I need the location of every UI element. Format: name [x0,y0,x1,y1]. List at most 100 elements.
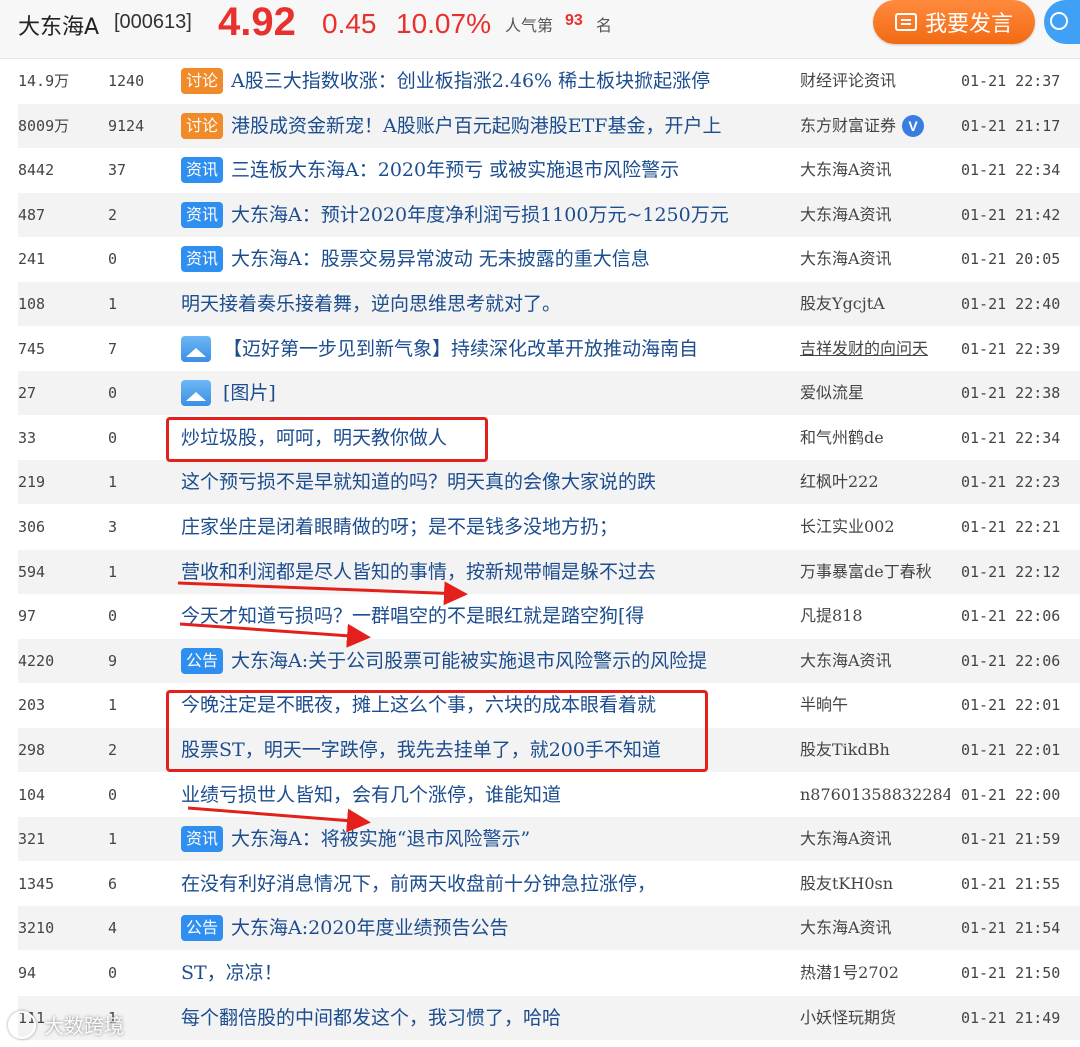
list-item[interactable]: 8442 37 资讯 三连板大东海A：2020年预亏 或被实施退市风险警示 大东海A资讯… [18,148,1080,192]
post-author[interactable]: 大东海A资讯 [800,148,950,192]
list-item[interactable]: 487 2 资讯 大东海A：预计2020年度净利润亏损1100万元~1250万元 大东海… [18,192,1080,237]
post-title-link[interactable]: 【迈好第一步见到新气象】持续深化改革开放推动海南自 [223,327,698,371]
post-title-link[interactable]: 炒垃圾股，呵呵，明天教你做人 [181,416,447,460]
list-item[interactable]: 306 3 庄家坐庄是闭着眼睛做的呀；是不是钱多没地方扔； 长江实业002 01-21 … [18,505,1080,549]
post-author[interactable]: 长江实业002 [800,505,950,549]
post-button[interactable]: 我要发言 [873,0,1035,44]
post-author[interactable]: 半晌午 [800,683,950,727]
post-author-name[interactable]: 半晌午 [800,695,848,714]
post-tag-news[interactable]: 资讯 [181,201,224,228]
list-item[interactable]: 97 0 今天才知道亏损吗？一群唱空的不是眼红就是踏空狗[得 凡提818 01-21 2… [18,594,1080,638]
list-item[interactable]: 33 0 炒垃圾股，呵呵，明天教你做人 和气州鹤de 01-21 22:34 [18,416,1080,460]
post-tag-notice[interactable]: 公告 [181,647,224,674]
post-author-name[interactable]: 大东海A资讯 [800,651,892,670]
post-title-link[interactable]: 庄家坐庄是闭着眼睛做的呀；是不是钱多没地方扔； [181,505,618,549]
post-title-link[interactable]: 在没有利好消息情况下，前两天收盘前十分钟急拉涨停， [181,862,656,906]
post-tag-news[interactable]: 资讯 [181,157,224,184]
post-author-name[interactable]: 大东海A资讯 [800,205,892,224]
list-item[interactable]: 745 7 【迈好第一步见到新气象】持续深化改革开放推动海南自 吉祥发财的向问天 01-… [18,327,1080,371]
post-title-link[interactable]: 营收和利润都是尽人皆知的事情，按新规带帽是躲不过去 [181,550,656,594]
list-item[interactable]: 4220 9 公告 大东海A:关于公司股票可能被实施退市风险警示的风险提 大东海A资讯 0… [18,638,1080,683]
post-author-name[interactable]: 凡提818 [800,606,863,625]
post-title-link[interactable]: 大东海A：预计2020年度净利润亏损1100万元~1250万元 [231,193,729,237]
post-author[interactable]: 大东海A资讯 [800,817,950,861]
post-author-name[interactable]: 大东海A资讯 [800,249,892,268]
post-author-name[interactable]: 大东海A资讯 [800,160,892,179]
post-title-link[interactable]: 今晚注定是不眠夜，摊上这么个事，六块的成本眼看着就 [181,683,656,727]
secondary-button[interactable] [1044,0,1080,44]
post-author[interactable]: 小妖怪玩期货 [800,996,950,1040]
post-title-link[interactable]: A股三大指数收涨：创业板指涨2.46% 稀土板块掀起涨停 [231,59,710,103]
post-author-name[interactable]: 财经评论资讯 [800,71,896,90]
post-author-name[interactable]: 大东海A资讯 [800,829,892,848]
post-title-link[interactable]: 三连板大东海A：2020年预亏 或被实施退市风险警示 [231,148,679,192]
post-author[interactable]: 爱似流星 [800,371,950,415]
list-item[interactable]: 321 1 资讯 大东海A：将被实施“退市风险警示” 大东海A资讯 01-21 21:59 [18,817,1080,862]
post-title-link[interactable]: 明天接着奏乐接着舞，逆向思维思考就对了。 [181,282,561,326]
post-title-link[interactable]: 大东海A:关于公司股票可能被实施退市风险警示的风险提 [231,639,707,683]
post-author[interactable]: 财经评论资讯 [800,59,950,103]
post-tag-discuss[interactable]: 讨论 [181,112,224,139]
post-tag-news[interactable]: 资讯 [181,826,224,853]
post-author[interactable]: n876013588322844 [800,773,950,817]
post-author-name[interactable]: n876013588322844 [800,785,950,804]
list-item[interactable]: 111 1 每个翻倍股的中间都发这个，我习惯了，哈哈 小妖怪玩期货 01-21 21:4… [18,995,1080,1040]
post-author[interactable]: 大东海A资讯 [800,193,950,237]
post-title-link[interactable]: 大东海A：股票交易异常波动 无未披露的重大信息 [231,237,650,281]
post-title-link[interactable]: 今天才知道亏损吗？一群唱空的不是眼红就是踏空狗[得 [181,594,644,638]
post-author[interactable]: 大东海A资讯 [800,906,950,950]
post-author-name[interactable]: 万事暴富de丁春秋 [800,562,932,581]
post-author-name[interactable]: 和气州鹤de [800,428,884,447]
post-title-link[interactable]: 大东海A：将被实施“退市风险警示” [231,817,530,861]
post-author-name[interactable]: 大东海A资讯 [800,918,892,937]
post-tag-news[interactable]: 资讯 [181,246,224,273]
post-author[interactable]: 东方财富证券 V [800,104,950,148]
post-tag-discuss[interactable]: 讨论 [181,68,224,94]
post-author-name[interactable]: 股友tKH0sn [800,874,893,893]
post-title-link[interactable]: [图片] [223,371,276,415]
list-item[interactable]: 8009万 9124 讨论 港股成资金新宠！A股账户百元起购港股ETF基金，开户上 东方… [18,103,1080,148]
list-item[interactable]: 594 1 营收和利润都是尽人皆知的事情，按新规带帽是躲不过去 万事暴富de丁春秋 01… [18,549,1080,594]
list-item[interactable]: 219 1 这个预亏损不是早就知道的吗？明天真的会像大家说的跌 红枫叶222 01-21… [18,460,1080,505]
post-author[interactable]: 热潜1号2702 [800,951,950,995]
post-author[interactable]: 股友YgcjtA [800,282,950,326]
post-author-name[interactable]: 股友TikdBh [800,740,890,759]
list-item[interactable]: 1345 6 在没有利好消息情况下，前两天收盘前十分钟急拉涨停， 股友tKH0sn 01… [18,862,1080,906]
list-item[interactable]: 27 0 [图片] 爱似流星 01-21 22:38 [18,371,1080,416]
post-title-link[interactable]: ST，凉凉！ [181,951,283,995]
post-title-link[interactable]: 股票ST，明天一字跌停，我先去挂单了，就200手不知道 [181,728,661,772]
post-author[interactable]: 股友tKH0sn [800,862,950,906]
list-item[interactable]: 3210 4 公告 大东海A:2020年度业绩预告公告 大东海A资讯 01-21 21:5… [18,906,1080,951]
list-item[interactable]: 298 2 股票ST，明天一字跌停，我先去挂单了，就200手不知道 股友TikdBh 0… [18,728,1080,772]
post-author[interactable]: 股友TikdBh [800,728,950,772]
post-author-name[interactable]: 长江实业002 [800,517,895,536]
post-author-name[interactable]: 东方财富证券 [800,116,896,135]
post-title-link[interactable]: 业绩亏损世人皆知，会有几个涨停，谁能知道 [181,773,561,817]
post-author[interactable]: 红枫叶222 [800,460,950,504]
post-author-name[interactable]: 热潜1号2702 [800,963,899,982]
post-author-name[interactable]: 红枫叶222 [800,472,879,491]
post-author[interactable]: 大东海A资讯 [800,639,950,683]
list-item[interactable]: 104 0 业绩亏损世人皆知，会有几个涨停，谁能知道 n876013588322844… [18,773,1080,817]
post-author[interactable]: 万事暴富de丁春秋 [800,550,950,594]
post-author-name[interactable]: 爱似流星 [800,383,864,402]
list-item[interactable]: 94 0 ST，凉凉！ 热潜1号2702 01-21 21:50 [18,951,1080,995]
stock-name[interactable]: 大东海A [18,9,99,41]
post-title-link[interactable]: 这个预亏损不是早就知道的吗？明天真的会像大家说的跌 [181,460,656,504]
post-author[interactable]: 吉祥发财的向问天 [800,327,950,371]
post-title-cell: ST，凉凉！ [181,951,793,995]
post-tag-notice[interactable]: 公告 [181,915,224,942]
post-title-link[interactable]: 每个翻倍股的中间都发这个，我习惯了，哈哈 [181,996,561,1040]
list-item[interactable]: 14.9万 1240 讨论 A股三大指数收涨：创业板指涨2.46% 稀土板块掀起涨停 财… [18,59,1080,103]
list-item[interactable]: 108 1 明天接着奏乐接着舞，逆向思维思考就对了。 股友YgcjtA 01-21 22… [18,282,1080,326]
post-author-name[interactable]: 吉祥发财的向问天 [800,339,928,358]
post-author[interactable]: 和气州鹤de [800,416,950,460]
list-item[interactable]: 203 1 今晚注定是不眠夜，摊上这么个事，六块的成本眼看着就 半晌午 01-21 22… [18,683,1080,727]
post-title-link[interactable]: 大东海A:2020年度业绩预告公告 [231,906,508,950]
post-title-link[interactable]: 港股成资金新宠！A股账户百元起购港股ETF基金，开户上 [231,104,721,148]
post-author[interactable]: 大东海A资讯 [800,237,950,281]
list-item[interactable]: 241 0 资讯 大东海A：股票交易异常波动 无未披露的重大信息 大东海A资讯 01-21… [18,237,1080,281]
post-author-name[interactable]: 股友YgcjtA [800,294,885,313]
post-author[interactable]: 凡提818 [800,594,950,638]
post-author-name[interactable]: 小妖怪玩期货 [800,1008,896,1027]
